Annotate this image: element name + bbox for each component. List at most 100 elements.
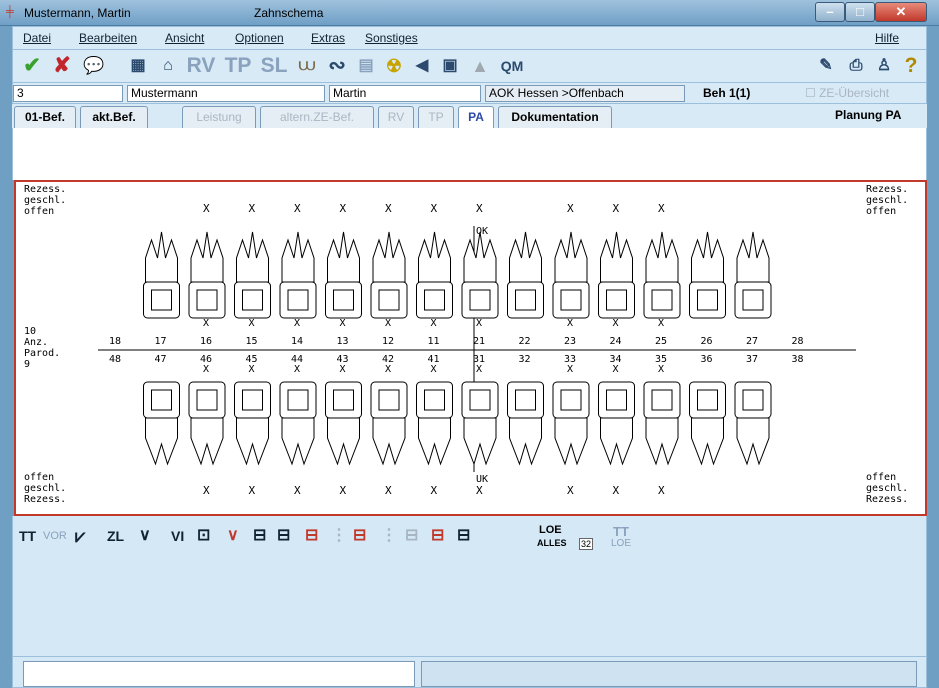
tooth-crown-22 [507,281,544,319]
tooth-root-46 [190,417,224,466]
tooth-root-15 [236,231,269,283]
tooth-number-14: 14 [291,336,303,347]
anz-value: 10 [24,326,36,337]
bell-icon[interactable]: ▲ [467,53,493,79]
tooth-1-icon[interactable]: ⩗ [75,524,85,548]
tooth-root-42 [372,417,406,466]
x-mark-lower-row-41: X [431,364,437,375]
vi-button[interactable]: VI [171,524,184,548]
patient-lastname-field[interactable]: Mustermann [127,85,325,102]
help-icon[interactable]: ? [899,53,923,79]
close-button[interactable]: ✕ [875,2,927,22]
tooth-crown-37 [734,381,772,419]
title-bar: ╪ Mustermann, Martin Zahnschema – □ ✕ [0,0,939,26]
tab-leistung[interactable]: Leistung [182,106,256,128]
rv-button[interactable]: RV [183,53,219,79]
patient-bar: 3 Mustermann Martin AOK Hessen >Offenbac… [12,82,927,104]
crown-5-icon[interactable]: ⊟ [431,524,444,548]
x-mark-lower-33: X [567,484,574,497]
tab-01-bef[interactable]: 01-Bef. [14,106,76,128]
xray-icon[interactable]: ◀ [409,53,435,79]
radiation-icon[interactable]: ☢ [381,53,407,79]
status-field-left [23,661,415,687]
clinic-icon[interactable]: ⌂ [155,53,181,79]
tab-bar: 01-Bef. akt.Bef. Leistung altern.ZE-Bef.… [12,104,927,128]
menu-ansicht[interactable]: Ansicht [165,31,204,45]
bridge-disabled-icon[interactable]: ⋮ [331,524,347,548]
crown-disabled-icon[interactable]: ⊟ [405,524,418,548]
offen-label-lower-left: offen [24,472,54,483]
x-mark-lower-43: X [340,484,347,497]
x-mark-upper-row-23: X [567,318,573,329]
tooth-crown-43 [325,381,362,419]
ze-overview-checkbox[interactable]: ☐ ZE-Übersicht [805,86,889,100]
x-mark-upper-row-13: X [340,318,346,329]
maximize-button[interactable]: □ [845,2,875,22]
tools-icon[interactable]: ✎ [813,53,839,79]
qm-icon[interactable]: QM [497,53,527,79]
cancel-x-icon[interactable]: ✘ [49,53,75,79]
crown-3-icon[interactable]: ⊟ [305,524,318,548]
zl-button[interactable]: ZL [107,524,124,548]
film-icon[interactable]: ▣ [437,53,463,79]
tp-button[interactable]: TP [221,53,255,79]
minimize-button[interactable]: – [815,2,845,22]
patient-id-field[interactable]: 3 [13,85,123,102]
x-mark-lower-35: X [658,484,665,497]
confirm-check-icon[interactable]: ✔ [19,53,45,79]
tooth-crown-12 [370,281,408,319]
v-tooth-icon[interactable]: ∨ [139,524,151,548]
menu-sonstiges[interactable]: Sonstiges [365,31,418,45]
tooth-crown-17 [143,281,180,319]
alles-button[interactable]: ALLES [537,538,567,548]
tooth-number-47: 47 [155,354,167,365]
tt-button[interactable]: TT [19,524,36,548]
tooth-root-36 [691,417,724,466]
crown-1-icon[interactable]: ⊟ [253,524,266,548]
menu-extras[interactable]: Extras [311,31,345,45]
vor-button[interactable]: VOR [43,524,67,548]
menu-hilfe[interactable]: Hilfe [875,31,899,45]
window-subtitle: Zahnschema [254,6,324,20]
users-icon[interactable]: ♙ [871,53,897,79]
x-mark-upper-row-12: X [385,318,391,329]
tooth-crown-44 [279,381,317,419]
edit-document-icon[interactable]: ▤ [353,53,379,79]
speech-bubble-icon[interactable]: 💬 [81,53,107,79]
tooth-root-44 [281,417,315,466]
loe-button[interactable]: LOE [539,524,562,536]
menu-optionen[interactable]: Optionen [235,31,284,45]
teeth-icon[interactable]: ⩊ [293,53,321,79]
tab-rv[interactable]: RV [378,106,414,128]
patient-firstname-field[interactable]: Martin [329,85,481,102]
x-mark-lower-46: X [203,484,210,497]
status-bar [12,656,927,688]
crown-2-icon[interactable]: ⊟ [277,524,290,548]
tab-altern-ze-bef[interactable]: altern.ZE-Bef. [260,106,374,128]
planning-label: Planung PA [835,108,902,122]
x-mark-lower-row-44: X [294,364,300,375]
tab-dokumentation[interactable]: Dokumentation [498,106,612,128]
printer-icon[interactable]: ⎙ [843,53,869,79]
crown-4-icon[interactable]: ⊟ [353,524,366,548]
loe-icon[interactable]: ⊟ [457,524,470,548]
wave-icon[interactable]: ∾ [323,53,351,79]
tab-tp[interactable]: TP [418,106,454,128]
menu-bearbeiten[interactable]: Bearbeiten [79,31,137,45]
tooth-crown-11 [416,281,453,319]
tooth-root-12 [372,231,406,283]
tab-pa[interactable]: PA [458,106,494,128]
tooth-number-36: 36 [701,354,713,365]
tab-akt-bef[interactable]: akt.Bef. [80,106,148,128]
tooth-card-icon[interactable]: ▦ [125,53,151,79]
dental-chart-svg: Rezess. geschl. offen Rezess. geschl. of… [24,184,908,505]
tt-loe-button[interactable]: TT [613,524,629,539]
v-red-icon[interactable]: ∨ [227,524,239,548]
sl-button[interactable]: SL [257,53,291,79]
implant-disabled-icon[interactable]: ⋮ [381,524,397,548]
x-mark-upper-15: X [249,202,256,215]
x-mark-lower-row-31: X [476,364,482,375]
tooth-crown-33 [552,381,590,419]
menu-datei[interactable]: Datei [23,31,51,45]
crown-red-icon[interactable]: ⊡ [197,524,210,548]
